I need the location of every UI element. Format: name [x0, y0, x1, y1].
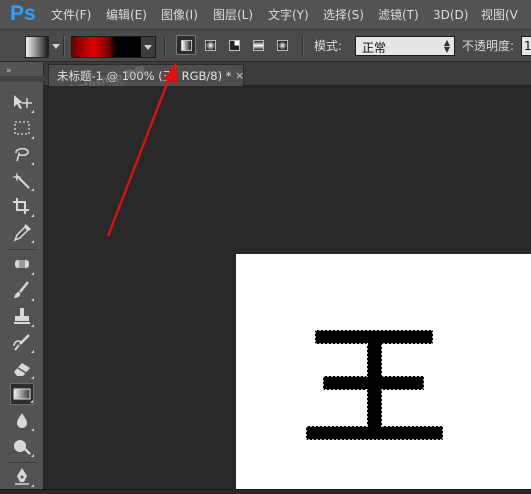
tutorial-arrow-overlay: [106, 62, 178, 237]
tutorial-arrow-icon: [106, 75, 172, 237]
